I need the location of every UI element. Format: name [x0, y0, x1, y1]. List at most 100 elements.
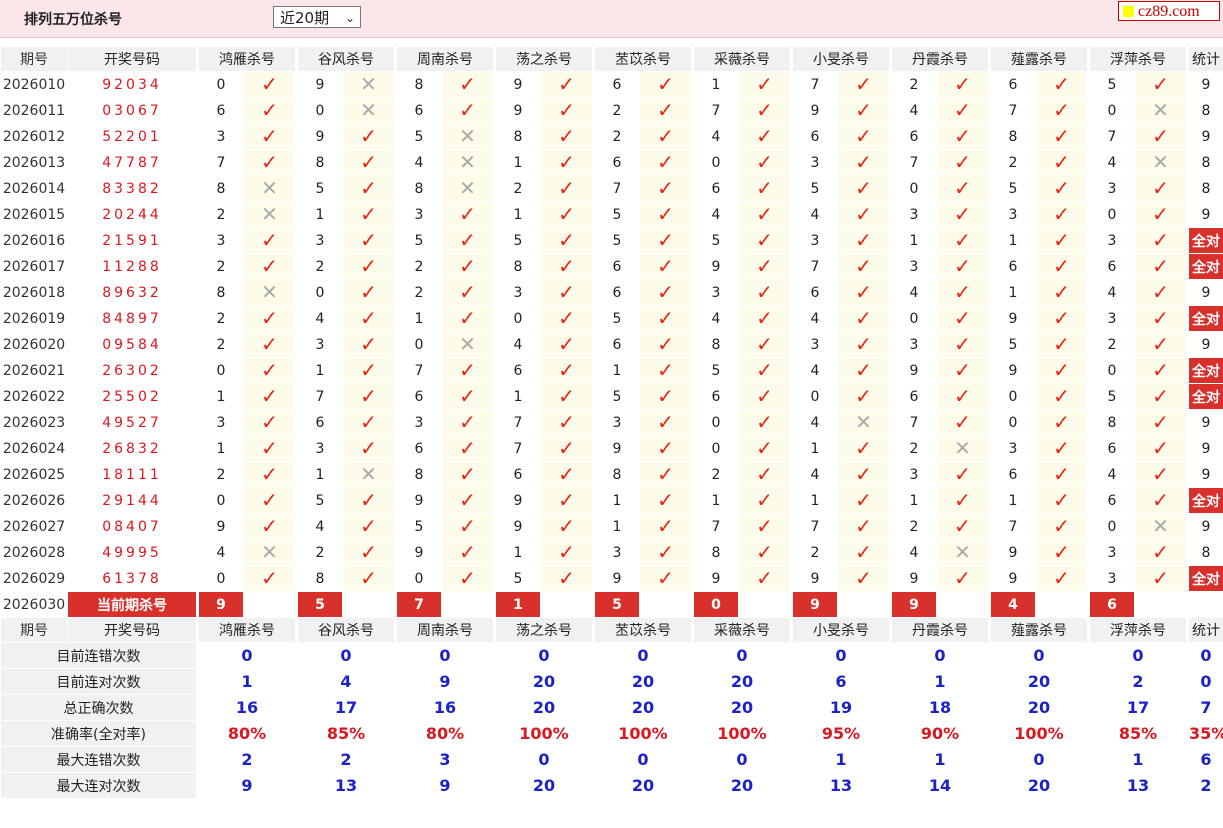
stat-cell: 9 [1186, 201, 1223, 228]
stats-total: 0 [1186, 642, 1223, 669]
stat-cell: 全对 [1186, 565, 1223, 592]
kill-number-cell: 4 [790, 409, 838, 436]
result-cell: ✓ [540, 383, 594, 410]
kill-number-cell: 2 [196, 461, 244, 488]
check-icon: ✓ [855, 436, 872, 460]
result-cell: ✓ [639, 357, 693, 384]
result-cell: ✓ [540, 539, 594, 566]
check-icon: ✓ [459, 410, 476, 434]
result-cell: ✓ [1134, 565, 1188, 592]
column-header-expert: 小旻杀号 [790, 46, 891, 72]
result-cell: ✕ [441, 149, 495, 176]
result-cell: ✓ [936, 97, 990, 124]
result-cell: ✓ [441, 357, 495, 384]
result-cell: ✓ [639, 227, 693, 254]
check-icon: ✓ [954, 384, 971, 408]
kill-number-cell: 6 [889, 383, 937, 410]
draw-numbers-cell: 84897 [67, 305, 198, 332]
stats-value: 0 [988, 642, 1089, 669]
kill-number-cell: 1 [691, 71, 739, 98]
column-header-expert: 薤露杀号 [988, 46, 1089, 72]
stats-value: 100% [493, 720, 594, 747]
period-cell: 2026030 [0, 591, 68, 618]
check-icon: ✓ [459, 98, 476, 122]
check-icon: ✓ [1152, 384, 1169, 408]
kill-number-cell: 4 [295, 513, 343, 540]
check-icon: ✓ [459, 72, 476, 96]
kill-number-cell: 1 [295, 461, 343, 488]
stats-row: 最大连错次数 2 2 3 0 0 0 1 1 0 1 6 [0, 746, 1223, 773]
stats-value: 1 [790, 746, 891, 773]
column-header-numbers: 开奖号码 [67, 46, 198, 72]
result-cell: ✓ [738, 357, 792, 384]
stats-value: 20 [592, 694, 693, 721]
kill-number-cell: 5 [493, 565, 541, 592]
kill-number-cell: 2 [889, 435, 937, 462]
kill-number-cell: 2 [889, 513, 937, 540]
kill-number-cell: 1 [295, 357, 343, 384]
check-icon: ✓ [1152, 332, 1169, 356]
kill-number-cell: 0 [889, 305, 937, 332]
period-cell: 2026024 [0, 435, 68, 462]
table-row: 2026014 83382 8 ✕ 5 ✓ 8 ✕ 2 ✓ 7 ✓ 6 ✓ 5 ✓ 0 ✓ 5 ✓ 3 ✓ 8 [0, 175, 1223, 202]
check-icon: ✓ [657, 514, 674, 538]
result-cell: ✓ [738, 565, 792, 592]
period-range-select[interactable]: 近20期 ⌄ [273, 6, 361, 28]
check-icon: ✓ [756, 566, 773, 590]
kill-number-cell: 2 [394, 253, 442, 280]
result-cell: ✕ [936, 435, 990, 462]
stats-value: 2 [1087, 668, 1188, 695]
stats-value: 0 [790, 642, 891, 669]
kill-number-cell: 3 [1087, 175, 1135, 202]
result-cell: ✓ [837, 227, 891, 254]
stats-value: 1 [889, 746, 990, 773]
result-cell: ✓ [837, 123, 891, 150]
kill-number-cell: 2 [691, 461, 739, 488]
kill-number-cell: 6 [592, 331, 640, 358]
kill-number-cell: 9 [790, 565, 838, 592]
period-cell: 2026012 [0, 123, 68, 150]
result-cell: ✓ [738, 227, 792, 254]
check-icon: ✓ [261, 124, 278, 148]
kill-number-cell: 5 [691, 357, 739, 384]
result-cell: ✓ [936, 279, 990, 306]
empty-cell [441, 591, 495, 618]
result-cell: ✓ [243, 513, 297, 540]
check-icon: ✓ [855, 280, 872, 304]
result-cell: ✓ [243, 409, 297, 436]
empty-cell [540, 591, 594, 618]
stats-value: 2 [196, 746, 297, 773]
stats-value: 20 [592, 772, 693, 799]
check-icon: ✓ [855, 150, 872, 174]
check-icon: ✓ [855, 228, 872, 252]
check-icon: ✓ [360, 410, 377, 434]
result-cell: ✓ [639, 175, 693, 202]
table-row: 2026012 52201 3 ✓ 9 ✓ 5 ✕ 8 ✓ 2 ✓ 4 ✓ 6 ✓ 6 ✓ 8 ✓ 7 ✓ 9 [0, 123, 1223, 150]
site-logo[interactable]: cz89.com [1118, 1, 1220, 21]
cross-icon: ✕ [1152, 514, 1169, 538]
kill-number-cell: 8 [196, 175, 244, 202]
table-row: 2026024 26832 1 ✓ 3 ✓ 6 ✓ 7 ✓ 9 ✓ 0 ✓ 1 ✓ 2 ✕ 3 ✓ 6 ✓ 9 [0, 435, 1223, 462]
stats-value: 90% [889, 720, 990, 747]
draw-numbers-cell: 11288 [67, 253, 198, 280]
stats-value: 1 [1087, 746, 1188, 773]
result-cell: ✓ [441, 409, 495, 436]
column-header-expert: 薤露杀号 [988, 617, 1089, 643]
check-icon: ✓ [360, 514, 377, 538]
kill-number-cell: 1 [592, 487, 640, 514]
kill-number-cell: 5 [988, 175, 1036, 202]
check-icon: ✓ [756, 176, 773, 200]
result-cell: ✓ [342, 513, 396, 540]
kill-number-cell: 9 [394, 487, 442, 514]
result-cell: ✓ [342, 175, 396, 202]
column-header-expert: 荡之杀号 [493, 46, 594, 72]
stat-cell: 9 [1186, 71, 1223, 98]
stat-cell: 8 [1186, 97, 1223, 124]
kill-number-cell: 8 [394, 175, 442, 202]
kill-number-cell: 4 [889, 97, 937, 124]
table-row: 2026016 21591 3 ✓ 3 ✓ 5 ✓ 5 ✓ 5 ✓ 5 ✓ 3 ✓ 1 ✓ 1 ✓ 3 ✓ 全对 [0, 227, 1223, 254]
check-icon: ✓ [756, 72, 773, 96]
kill-number-cell: 3 [691, 279, 739, 306]
result-cell: ✓ [1035, 331, 1089, 358]
check-icon: ✓ [558, 254, 575, 278]
